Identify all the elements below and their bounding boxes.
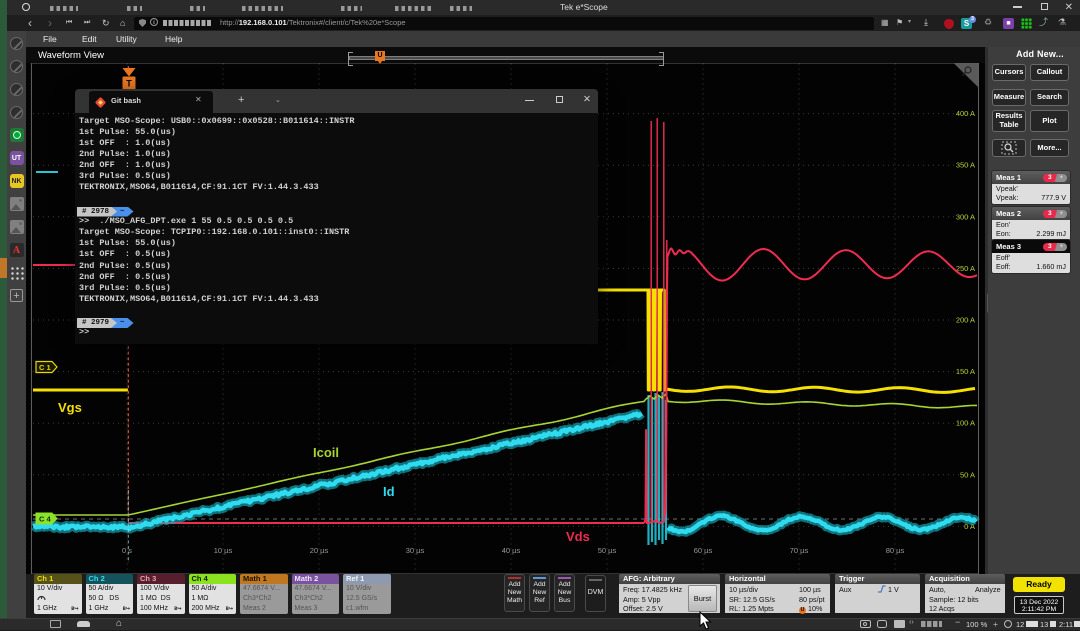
svg-text:40 µs: 40 µs	[502, 546, 521, 555]
svg-text:400 A: 400 A	[956, 109, 975, 118]
svg-text:20 µs: 20 µs	[310, 546, 329, 555]
svg-text:300 A: 300 A	[956, 212, 975, 221]
svg-text:60 µs: 60 µs	[694, 546, 713, 555]
svg-text:C 4: C 4	[39, 515, 52, 524]
svg-text:70 µs: 70 µs	[790, 546, 809, 555]
svg-text:Vds: Vds	[566, 529, 590, 544]
svg-text:Vgs: Vgs	[58, 400, 82, 415]
svg-text:T: T	[126, 79, 132, 89]
svg-text:30 µs: 30 µs	[406, 546, 425, 555]
svg-text:Id: Id	[383, 484, 395, 499]
svg-text:10 µs: 10 µs	[214, 546, 233, 555]
svg-text:50 µs: 50 µs	[598, 546, 617, 555]
svg-text:C 1: C 1	[39, 363, 51, 372]
svg-text:350 A: 350 A	[956, 161, 975, 170]
svg-text:50 A: 50 A	[960, 470, 975, 479]
svg-text:100 A: 100 A	[956, 419, 975, 428]
svg-text:Icoil: Icoil	[313, 445, 339, 460]
svg-text:0 s: 0 s	[122, 546, 132, 555]
svg-text:150 A: 150 A	[956, 367, 975, 376]
svg-text:80 µs: 80 µs	[886, 546, 905, 555]
svg-text:250 A: 250 A	[956, 264, 975, 273]
svg-text:200 A: 200 A	[956, 316, 975, 325]
